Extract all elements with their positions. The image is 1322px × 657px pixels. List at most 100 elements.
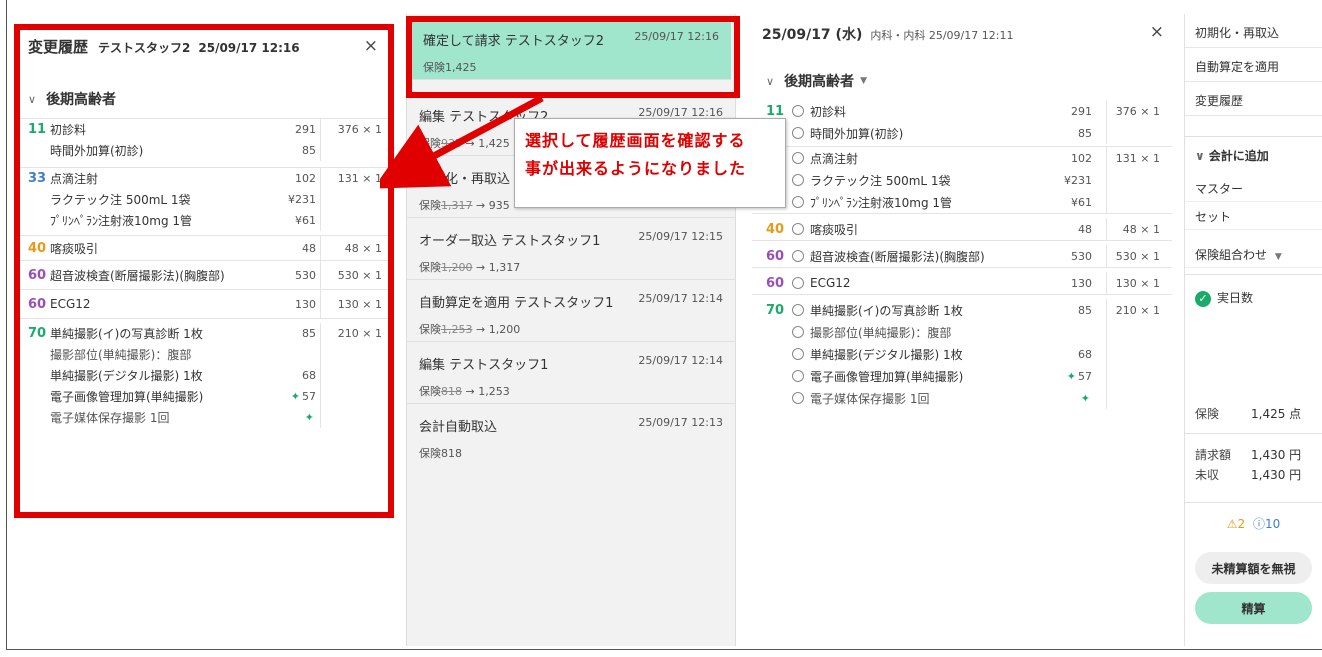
radio-icon[interactable]	[792, 348, 804, 360]
history-entry[interactable]: 編集 テストスタッフ1 25/09/17 12:14 保険818 → 1,253	[407, 342, 735, 404]
radio-icon[interactable]	[792, 127, 804, 139]
entry-action: オーダー取込	[419, 234, 498, 249]
item-row: ﾌﾟﾘﾝﾍﾟﾗﾝ注射液10mg 1管 ¥61	[18, 210, 390, 231]
billed-value: 1,430 円	[1251, 447, 1302, 462]
item-row[interactable]: 11 初診料 291 376 × 1	[752, 100, 1172, 122]
check-icon: ✓	[1195, 291, 1211, 307]
group-code: 70	[766, 302, 785, 318]
history-detail-time: 25/09/17 12:16	[198, 41, 300, 55]
category-toggle[interactable]: ∨ 後期高齢者 ▼	[752, 68, 1172, 94]
group-code: 40	[28, 240, 47, 256]
radio-icon[interactable]	[792, 250, 804, 262]
item-row[interactable]: 電子画像管理加算(単純撮影) ✦ 57	[752, 365, 1172, 387]
item-name: 撮影部位(単純撮影)：腹部	[810, 325, 952, 340]
item-row[interactable]: 電子媒体保存撮影 1回 ✦	[752, 387, 1172, 409]
close-icon[interactable]: ×	[364, 36, 378, 56]
insurance-summary: 保険 1,425 点	[1185, 403, 1322, 423]
item-group: 60 超音波検査(断層撮影法)(胸腹部) 530 530 × 1	[18, 260, 390, 289]
item-name: 点滴注射	[810, 151, 859, 166]
alerts-row[interactable]: ⚠2 ⓘ10	[1185, 502, 1322, 532]
category-toggle[interactable]: ∨ 後期高齢者	[18, 86, 390, 112]
item-name: 単純撮影(イ)の写真診断 1枚	[50, 327, 203, 341]
settle-button[interactable]: 精算	[1195, 592, 1312, 624]
item-row[interactable]: ﾌﾟﾘﾝﾍﾟﾗﾝ注射液10mg 1管 ¥61	[752, 191, 1172, 213]
radio-icon[interactable]	[792, 223, 804, 235]
receipt-panel: 25/09/17 (水) 内科・内科 25/09/17 12:11 × ∨ 後期…	[752, 14, 1172, 646]
radio-icon[interactable]	[792, 196, 804, 208]
item-row[interactable]: 60 超音波検査(断層撮影法)(胸腹部) 530 530 × 1	[752, 245, 1172, 267]
add-section-title: 会計に追加	[1208, 149, 1269, 163]
item-row[interactable]: ラクテック注 500mL 1袋 ¥231	[752, 169, 1172, 191]
radio-icon[interactable]	[792, 392, 804, 404]
close-icon[interactable]: ×	[1150, 22, 1164, 42]
entry-staff: テストスタッフ1	[514, 296, 614, 311]
category-label: 後期高齢者	[46, 92, 117, 108]
history-entry[interactable]: オーダー取込 テストスタッフ1 25/09/17 12:15 保険1,200 → …	[407, 218, 735, 280]
radio-icon[interactable]	[792, 304, 804, 316]
history-button[interactable]: 変更履歴	[1185, 88, 1322, 116]
item-qty: 530 × 1	[1106, 245, 1172, 267]
item-value: 291	[295, 123, 316, 136]
item-qty	[320, 210, 390, 231]
item-name: ﾌﾟﾘﾝﾍﾟﾗﾝ注射液10mg 1管	[810, 195, 953, 210]
item-value: 130	[295, 297, 316, 311]
radio-icon[interactable]	[792, 326, 804, 338]
item-group: 60 ECG12 130 130 × 1	[752, 267, 1172, 294]
radio-icon[interactable]	[792, 370, 804, 382]
radio-icon[interactable]	[792, 152, 804, 164]
billed-summary: 請求額 1,430 円	[1185, 444, 1322, 464]
item-name: ECG12	[810, 276, 851, 290]
item-row: 40 喀痰吸引 48 48 × 1	[18, 236, 390, 260]
radio-icon[interactable]	[792, 105, 804, 117]
item-name: 時間外加算(初診)	[50, 144, 144, 158]
item-row[interactable]: 点滴注射 102 131 × 1	[752, 147, 1172, 169]
item-name: ECG12	[50, 297, 91, 311]
info-icon: ⓘ	[1252, 517, 1265, 531]
entry-prefix: 保険	[419, 385, 441, 398]
item-group: 33 点滴注射 102 131 × 1 ラクテック注 500mL 1袋 ¥231…	[18, 167, 390, 231]
entry-prefix: 保険	[419, 261, 441, 274]
item-qty	[1106, 122, 1172, 144]
master-item[interactable]: マスター	[1185, 174, 1322, 202]
ignore-unpaid-button[interactable]: 未精算額を無視	[1195, 552, 1312, 584]
item-value: 530	[295, 268, 316, 282]
warning-icon: ⚠	[1226, 517, 1238, 531]
item-qty	[320, 365, 390, 386]
entry-action: 自動算定を適用	[419, 296, 511, 311]
history-entry[interactable]: 会計自動取込 25/09/17 12:13 保険818	[407, 404, 735, 466]
item-row[interactable]: 時間外加算(初診) 85	[752, 122, 1172, 144]
item-row[interactable]: 60 ECG12 130 130 × 1	[752, 272, 1172, 294]
item-row[interactable]: 40 喀痰吸引 48 48 × 1	[752, 218, 1172, 240]
insurance-combo-item[interactable]: 保険組合わせ ▼	[1185, 240, 1322, 268]
item-name: 単純撮影(デジタル撮影) 1枚	[50, 369, 203, 383]
item-row[interactable]: 単純撮影(デジタル撮影) 1枚 68	[752, 343, 1172, 365]
reset-reimport-button[interactable]: 初期化・再取込	[1185, 20, 1322, 48]
action-sidebar: 初期化・再取込 自動算定を適用 変更履歴 ∨ 会計に追加 マスター セット 保険組…	[1184, 14, 1322, 646]
item-row: 11 初診料 291 376 × 1	[18, 119, 390, 140]
item-row: 70 単純撮影(イ)の写真診断 1枚 85 210 × 1	[18, 323, 390, 344]
add-section[interactable]: ∨ 会計に追加	[1185, 136, 1322, 174]
item-row[interactable]: 撮影部位(単純撮影)：腹部	[752, 321, 1172, 343]
radio-icon[interactable]	[792, 174, 804, 186]
sparkle-icon: ✦	[1080, 391, 1090, 405]
item-row: 33 点滴注射 102 131 × 1	[18, 168, 390, 189]
radio-icon[interactable]	[792, 277, 804, 289]
item-value: 102	[1071, 151, 1092, 165]
group-code: 60	[766, 275, 785, 291]
set-item[interactable]: セット	[1185, 202, 1322, 230]
item-row[interactable]: 70 単純撮影(イ)の写真診断 1枚 85 210 × 1	[752, 299, 1172, 321]
item-row: 撮影部位(単純撮影)：腹部	[18, 344, 390, 365]
entry-new-value: 1,317	[488, 261, 521, 274]
entry-time: 25/09/17 12:16	[634, 30, 719, 43]
item-qty	[320, 407, 390, 428]
history-entry[interactable]: 確定して請求 テストスタッフ2 25/09/17 12:16 保険1,425	[411, 18, 731, 80]
entry-new-value: 1,200	[488, 323, 521, 336]
auto-calc-button[interactable]: 自動算定を適用	[1185, 54, 1322, 82]
days-label: 実日数	[1217, 291, 1254, 305]
history-entry[interactable]: 自動算定を適用 テストスタッフ1 25/09/17 12:14 保険1,253 →…	[407, 280, 735, 342]
item-group: 11 初診料 291 376 × 1 時間外加算(初診) 85	[18, 118, 390, 161]
item-name: 初診料	[50, 123, 87, 137]
item-row: 電子画像管理加算(単純撮影) ✦ 57	[18, 386, 390, 407]
group-code: 33	[28, 171, 47, 186]
entry-staff: テストスタッフ2	[504, 34, 605, 49]
